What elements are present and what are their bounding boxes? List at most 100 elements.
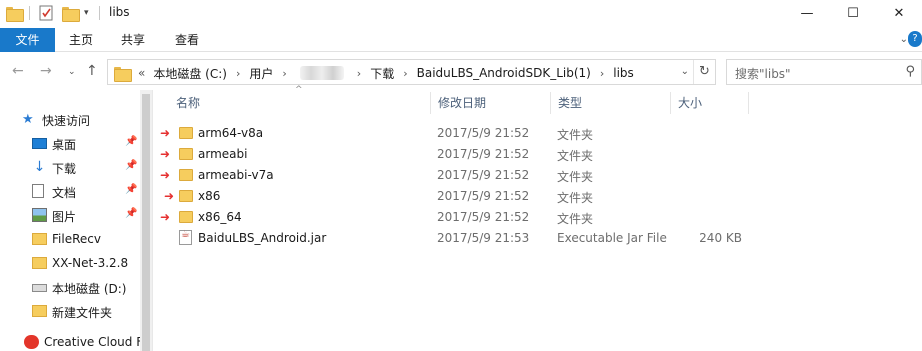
minimize-button[interactable]: — bbox=[784, 0, 830, 26]
file-type: 文件夹 bbox=[557, 149, 594, 163]
folder-icon bbox=[179, 148, 193, 160]
address-bar[interactable]: « 本地磁盘 (C:) › 用户 › › 下载 › BaiduLBS_Andro… bbox=[107, 59, 716, 85]
file-date: 2017/5/9 21:52 bbox=[437, 147, 530, 161]
nav-item-xx-net[interactable]: XX-Net-3.2.8 bbox=[0, 252, 153, 274]
chevron-right-icon[interactable]: › bbox=[236, 67, 240, 80]
tab-home[interactable]: 主页 bbox=[55, 28, 107, 52]
column-name[interactable]: 名称 bbox=[168, 90, 430, 116]
chevron-right-icon[interactable]: › bbox=[403, 67, 407, 80]
red-arrow-icon: ➜ bbox=[164, 189, 175, 203]
nav-label: 文档 bbox=[52, 186, 77, 200]
file-type: Executable Jar File bbox=[557, 231, 667, 245]
scrollbar-thumb[interactable] bbox=[142, 94, 150, 351]
chevron-right-icon[interactable]: › bbox=[600, 67, 604, 80]
nav-label: 新建文件夹 bbox=[52, 306, 113, 320]
overflow-chevron-icon[interactable]: « bbox=[138, 66, 145, 80]
ribbon-tabs: 文件 主页 共享 查看 ⌄ ? bbox=[0, 28, 922, 52]
nav-label: FileRecv bbox=[52, 232, 101, 246]
file-row[interactable]: ➜ armeabi 2017/5/9 21:52 文件夹 bbox=[154, 144, 922, 165]
nav-item-downloads[interactable]: ↓ 下载 📌 bbox=[0, 156, 153, 178]
chevron-right-icon[interactable]: › bbox=[357, 67, 361, 80]
file-name: armeabi-v7a bbox=[198, 168, 274, 182]
nav-item-filerecv[interactable]: FileRecv bbox=[0, 228, 153, 250]
nav-scrollbar[interactable] bbox=[140, 90, 152, 351]
redacted-username bbox=[299, 66, 344, 80]
red-arrow-icon: ➜ bbox=[160, 147, 171, 161]
tab-file[interactable]: 文件 bbox=[0, 28, 55, 52]
file-row[interactable]: ➜ x86 2017/5/9 21:52 文件夹 bbox=[154, 186, 922, 207]
nav-label: 快速访问 bbox=[42, 114, 91, 128]
file-row[interactable]: ➜ arm64-v8a 2017/5/9 21:52 文件夹 bbox=[154, 123, 922, 144]
nav-quick-access[interactable]: ★ 快速访问 bbox=[0, 108, 153, 130]
file-row[interactable]: BaiduLBS_Android.jar 2017/5/9 21:53 Exec… bbox=[154, 228, 922, 249]
file-row[interactable]: ➜ armeabi-v7a 2017/5/9 21:52 文件夹 bbox=[154, 165, 922, 186]
column-type[interactable]: 类型 bbox=[550, 90, 670, 116]
search-placeholder: 搜索"libs" bbox=[735, 67, 791, 81]
pin-icon[interactable]: 📌 bbox=[125, 208, 137, 219]
nav-label: 图片 bbox=[52, 210, 77, 224]
maximize-button[interactable]: ☐ bbox=[830, 0, 876, 26]
breadcrumb-drive-c[interactable]: 本地磁盘 (C:) bbox=[153, 65, 227, 82]
column-date[interactable]: 修改日期 bbox=[430, 90, 550, 116]
file-name: armeabi bbox=[198, 147, 248, 161]
nav-item-desktop[interactable]: 桌面 📌 bbox=[0, 132, 153, 154]
tab-view[interactable]: 查看 bbox=[159, 28, 215, 52]
nav-item-new-folder[interactable]: 新建文件夹 bbox=[0, 300, 153, 322]
file-list: ^ 名称 修改日期 类型 大小 ➜ arm64-v8a 2017/5/9 21:… bbox=[154, 85, 922, 351]
chevron-down-icon[interactable]: ⌄ bbox=[900, 34, 908, 45]
nav-label: 本地磁盘 (D:) bbox=[52, 282, 127, 296]
download-icon: ↓ bbox=[33, 159, 46, 175]
red-arrow-icon: ➜ bbox=[160, 126, 171, 140]
search-icon[interactable]: ⚲ bbox=[905, 64, 915, 79]
folder-icon bbox=[6, 4, 24, 22]
file-size: 240 KB bbox=[699, 231, 742, 245]
navigation-pane: ★ 快速访问 桌面 📌 ↓ 下载 📌 文档 📌 图片 📌 FileRecv XX… bbox=[0, 90, 153, 351]
folder-icon bbox=[32, 233, 47, 245]
properties-icon[interactable] bbox=[39, 4, 54, 22]
customize-toolbar-icon[interactable]: ▾ bbox=[84, 4, 89, 22]
nav-label: 下载 bbox=[52, 162, 77, 176]
chevron-right-icon[interactable]: › bbox=[282, 67, 286, 80]
jar-icon bbox=[179, 229, 192, 245]
pin-icon[interactable]: 📌 bbox=[125, 184, 137, 195]
recent-locations-icon[interactable]: ⌄ bbox=[68, 67, 76, 77]
file-date: 2017/5/9 21:53 bbox=[437, 231, 530, 245]
nav-item-pictures[interactable]: 图片 📌 bbox=[0, 204, 153, 226]
nav-item-documents[interactable]: 文档 📌 bbox=[0, 180, 153, 202]
drive-icon bbox=[32, 284, 47, 292]
breadcrumb-users[interactable]: 用户 bbox=[249, 65, 273, 82]
back-arrow-icon[interactable]: ← bbox=[12, 63, 24, 79]
nav-item-creative-cloud[interactable]: Creative Cloud F bbox=[0, 331, 153, 351]
title-bar: ▾ libs — ☐ ✕ bbox=[0, 0, 922, 26]
new-folder-icon[interactable] bbox=[62, 4, 80, 22]
pin-icon[interactable]: 📌 bbox=[125, 136, 137, 147]
file-date: 2017/5/9 21:52 bbox=[437, 168, 530, 182]
pin-icon[interactable]: 📌 bbox=[125, 160, 137, 171]
address-dropdown-icon[interactable]: ⌄ bbox=[681, 66, 689, 77]
document-icon bbox=[32, 184, 44, 198]
file-type: 文件夹 bbox=[557, 212, 594, 226]
tab-share[interactable]: 共享 bbox=[107, 28, 159, 52]
picture-icon bbox=[32, 208, 47, 222]
nav-item-drive-d[interactable]: 本地磁盘 (D:) bbox=[0, 276, 153, 298]
file-name: x86_64 bbox=[198, 210, 242, 224]
help-icon[interactable]: ? bbox=[908, 31, 922, 47]
breadcrumb-libs[interactable]: libs bbox=[613, 66, 634, 80]
folder-icon bbox=[179, 211, 193, 223]
column-divider[interactable] bbox=[748, 92, 749, 114]
forward-arrow-icon[interactable]: → bbox=[40, 63, 52, 79]
desktop-icon bbox=[32, 138, 47, 149]
folder-icon bbox=[179, 169, 193, 181]
search-box[interactable]: 搜索"libs" ⚲ bbox=[726, 59, 922, 85]
red-arrow-icon: ➜ bbox=[160, 210, 171, 224]
refresh-icon[interactable]: ↻ bbox=[693, 60, 715, 84]
address-row: ← → ⌄ ↑ « 本地磁盘 (C:) › 用户 › › 下载 › BaiduL… bbox=[0, 57, 922, 87]
file-date: 2017/5/9 21:52 bbox=[437, 189, 530, 203]
column-size[interactable]: 大小 bbox=[670, 90, 748, 116]
close-button[interactable]: ✕ bbox=[876, 0, 922, 26]
file-row[interactable]: ➜ x86_64 2017/5/9 21:52 文件夹 bbox=[154, 207, 922, 228]
file-name: BaiduLBS_Android.jar bbox=[198, 231, 327, 245]
breadcrumb-sdk[interactable]: BaiduLBS_AndroidSDK_Lib(1) bbox=[417, 66, 591, 80]
up-arrow-icon[interactable]: ↑ bbox=[86, 63, 98, 79]
breadcrumb-downloads[interactable]: 下载 bbox=[370, 65, 394, 82]
